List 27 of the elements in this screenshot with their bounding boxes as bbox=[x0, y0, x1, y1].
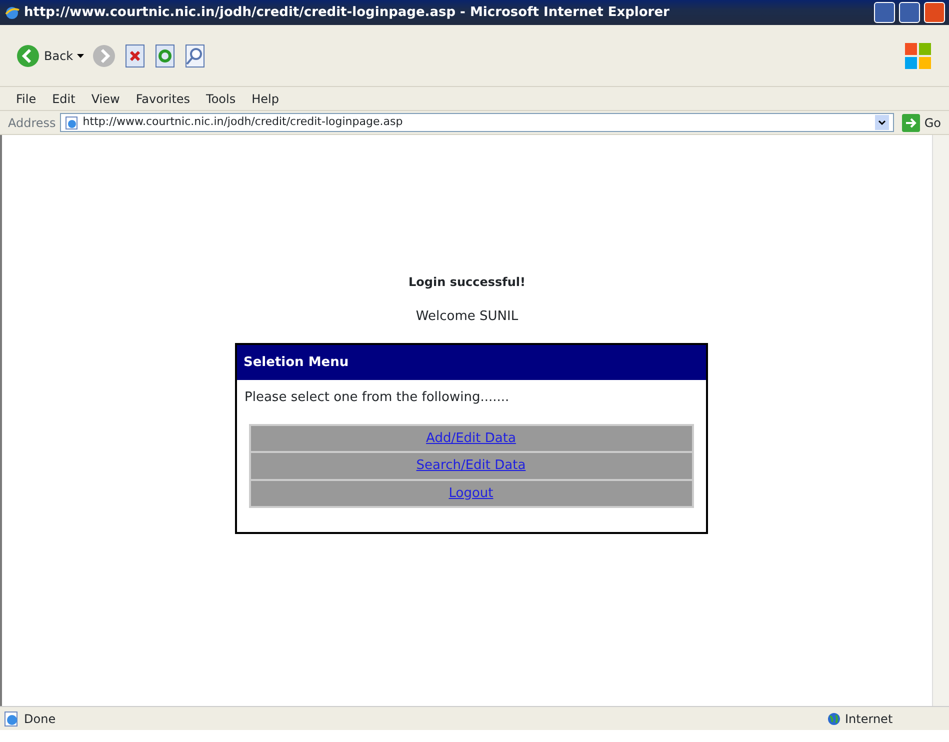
caret-icon bbox=[77, 54, 84, 58]
stop-icon[interactable] bbox=[124, 44, 146, 68]
menu-item[interactable]: View bbox=[91, 90, 120, 108]
windows-logo-icon bbox=[903, 40, 933, 70]
browser-icon bbox=[4, 4, 20, 20]
refresh-icon[interactable] bbox=[154, 44, 176, 68]
menu-item[interactable]: File bbox=[16, 90, 36, 108]
menu-item[interactable]: Tools bbox=[206, 90, 236, 108]
globe-icon bbox=[827, 712, 841, 726]
menu-item[interactable]: Edit bbox=[52, 90, 76, 108]
search-icon[interactable] bbox=[184, 44, 206, 68]
back-button[interactable]: Back bbox=[16, 44, 84, 68]
menu-item[interactable]: Favorites bbox=[136, 90, 190, 108]
status-text: Done bbox=[24, 710, 57, 728]
menu-item[interactable]: Help bbox=[252, 90, 279, 108]
address-label: Address bbox=[8, 114, 56, 132]
success-heading: Login successful! bbox=[408, 274, 526, 291]
zone-text: Internet bbox=[845, 710, 894, 728]
address-field[interactable]: http://www.courtnic.nic.in/jodh/credit/credit-loginpage.asp bbox=[60, 113, 894, 132]
close-button[interactable] bbox=[924, 2, 945, 23]
window-title: http://www.courtnic.nic.in/jodh/credit/credit-loginpage.asp - Microsoft Internet Explorer bbox=[24, 4, 670, 22]
panel-header: Seletion Menu bbox=[236, 344, 706, 380]
page-icon bbox=[4, 710, 20, 726]
prompt-text: Please select one from the following....... bbox=[244, 389, 510, 407]
go-button[interactable]: Go bbox=[902, 114, 941, 132]
welcome-text: Welcome SUNIL bbox=[416, 308, 518, 326]
page-icon bbox=[64, 116, 79, 130]
